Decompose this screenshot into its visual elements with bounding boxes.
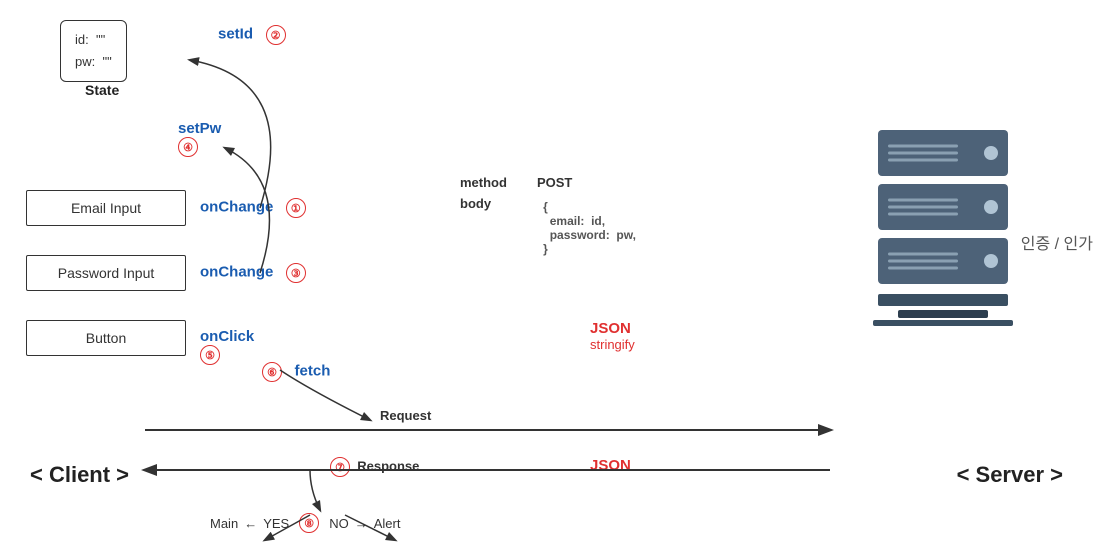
rack-unit-3 bbox=[878, 238, 1008, 292]
arrow-right-icon: → bbox=[355, 516, 368, 531]
yes-label: YES bbox=[263, 516, 289, 531]
circle-3: ③ bbox=[286, 263, 306, 283]
main-label: Main bbox=[210, 516, 238, 531]
arrow-left-icon: ← bbox=[244, 516, 257, 531]
circle-8: ⑧ bbox=[299, 513, 319, 533]
circle-6: ⑥ bbox=[262, 362, 282, 382]
email-input-box: Email Input bbox=[26, 190, 186, 226]
onchange-1-label: onChange ① bbox=[200, 198, 306, 218]
rack-base bbox=[878, 294, 1008, 306]
onclick-label: onClick ⑤ bbox=[200, 328, 254, 365]
rack-stand bbox=[898, 310, 988, 318]
code-block: { email: id, password: pw, } bbox=[543, 200, 636, 256]
rack-unit-1 bbox=[878, 130, 1008, 184]
circle-1: ① bbox=[286, 198, 306, 218]
rack-foot bbox=[873, 320, 1013, 326]
circle-4: ④ bbox=[178, 137, 198, 157]
state-id-line: id: "" bbox=[75, 29, 112, 51]
response-text: Response bbox=[357, 459, 419, 474]
request-label: Request bbox=[380, 408, 431, 423]
stringify-label: stringify bbox=[590, 337, 635, 352]
circle-5: ⑤ bbox=[200, 345, 220, 365]
json-stringify-block: JSON stringify bbox=[590, 320, 635, 352]
no-label: NO bbox=[329, 516, 349, 531]
server-rack bbox=[873, 130, 1013, 326]
circle-2: ② bbox=[266, 25, 286, 45]
rack-unit-2 bbox=[878, 184, 1008, 238]
diagram: id: "" pw: "" State setId ② setPw ④ Emai… bbox=[0, 0, 1113, 558]
state-box: id: "" pw: "" bbox=[60, 20, 127, 82]
http-info: method POST body { email: id, password: … bbox=[460, 175, 636, 256]
post-label: POST bbox=[537, 175, 572, 190]
button-box: Button bbox=[26, 320, 186, 356]
body-label: body bbox=[460, 196, 491, 256]
json-label: JSON bbox=[590, 320, 635, 337]
onchange-3-label: onChange ③ bbox=[200, 263, 306, 283]
response-label: ⑦ Response bbox=[330, 457, 419, 477]
server-label: < Server > bbox=[957, 462, 1063, 488]
fetch-label: ⑥ fetch bbox=[262, 362, 330, 382]
setpw-label: setPw ④ bbox=[178, 120, 221, 157]
alert-label: Alert bbox=[374, 516, 401, 531]
client-label: < Client > bbox=[30, 462, 129, 488]
circle-7: ⑦ bbox=[330, 457, 350, 477]
setid-label: setId ② bbox=[218, 25, 286, 45]
bottom-nav: Main ← YES ⑧ NO → Alert bbox=[210, 513, 400, 533]
auth-label: 인증 / 인가 bbox=[1021, 230, 1093, 254]
state-label: State bbox=[85, 82, 119, 98]
method-label: method bbox=[460, 175, 507, 190]
state-pw-line: pw: "" bbox=[75, 51, 112, 73]
password-input-box: Password Input bbox=[26, 255, 186, 291]
json-response-label: JSON bbox=[590, 457, 631, 474]
